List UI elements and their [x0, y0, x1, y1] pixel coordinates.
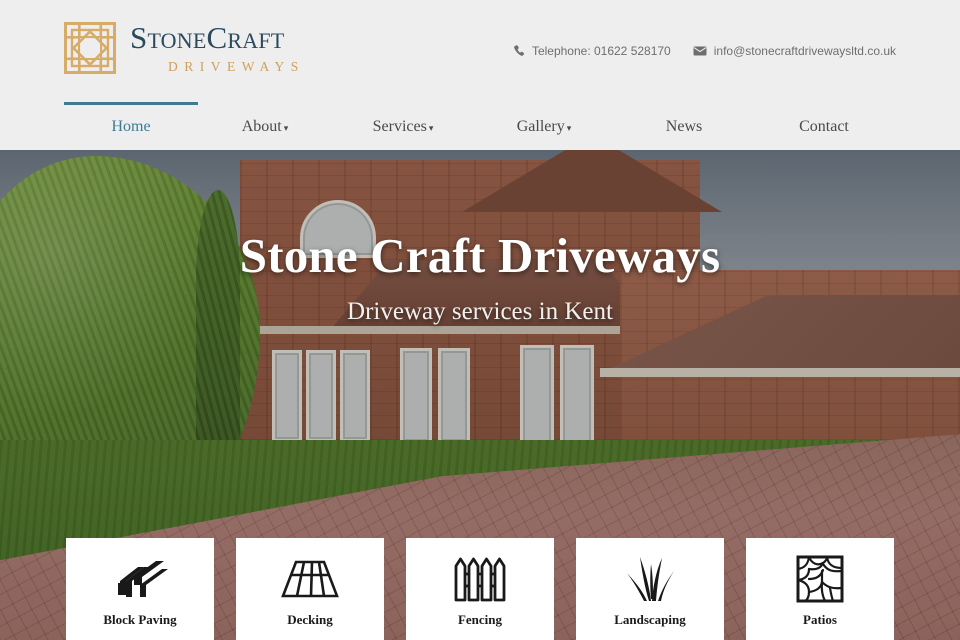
nav-item-home[interactable]: Home: [64, 102, 198, 150]
service-card-fencing[interactable]: Fencing: [406, 538, 554, 640]
header-inner: StoneCraft DRIVEWAYS Telephone: 01622 52…: [0, 0, 960, 104]
service-cards: Block Paving Decking Fencing Landscaping…: [66, 538, 894, 640]
email-label: info@stonecraftdrivewaysltd.co.uk: [713, 44, 896, 58]
hero-text-block: Stone Craft Driveways Driveway services …: [0, 150, 960, 326]
fencing-icon: [452, 552, 508, 606]
nav-item-news[interactable]: News: [614, 104, 754, 150]
hero-subtitle: Driveway services in Kent: [347, 298, 613, 326]
nav-label-services: Services: [372, 118, 427, 135]
header-contact-bar: Telephone: 01622 528170 info@stonecraftd…: [514, 44, 896, 58]
phone-label: Telephone: 01622 528170: [531, 44, 671, 58]
phone-contact[interactable]: Telephone: 01622 528170: [514, 44, 671, 58]
brand-name: StoneCraft: [130, 20, 285, 56]
homepage: StoneCraft DRIVEWAYS Telephone: 01622 52…: [0, 0, 960, 640]
phone-icon: [514, 45, 525, 56]
site-logo[interactable]: StoneCraft DRIVEWAYS: [64, 22, 305, 74]
nav-item-gallery[interactable]: Gallery ▾: [474, 104, 614, 150]
service-card-landscaping[interactable]: Landscaping: [576, 538, 724, 640]
brand-tagline: DRIVEWAYS: [168, 59, 305, 75]
nav-item-about[interactable]: About ▾: [198, 104, 332, 150]
decking-icon: [279, 552, 341, 606]
hero-section: Stone Craft Driveways Driveway services …: [0, 150, 960, 640]
nav-label-contact: Contact: [799, 118, 849, 135]
envelope-icon: [693, 46, 707, 56]
chevron-down-icon: ▾: [428, 122, 434, 133]
service-label: Fencing: [457, 612, 503, 627]
nav-label-gallery: Gallery: [516, 118, 565, 135]
nav-item-services[interactable]: Services ▾: [332, 104, 474, 150]
nav-label-news: News: [665, 118, 703, 135]
hero-title: Stone Craft Driveways: [239, 228, 721, 283]
brand-text: StoneCraft DRIVEWAYS: [130, 22, 305, 74]
service-card-patios[interactable]: Patios: [746, 538, 894, 640]
square-diamond-tile-logo-icon: [64, 22, 116, 74]
nav-label-about: About: [241, 118, 282, 135]
site-header: StoneCraft DRIVEWAYS Telephone: 01622 52…: [0, 0, 960, 150]
service-label: Block Paving: [103, 612, 177, 627]
chevron-down-icon: ▾: [283, 122, 289, 133]
service-label: Landscaping: [614, 612, 686, 627]
service-label: Decking: [287, 612, 333, 627]
email-contact[interactable]: info@stonecraftdrivewaysltd.co.uk: [693, 44, 896, 58]
service-card-block-paving[interactable]: Block Paving: [66, 538, 214, 640]
main-navigation: Home About ▾ Services ▾ Gallery ▾ News C…: [64, 102, 896, 150]
service-label: Patios: [803, 612, 837, 627]
chevron-down-icon: ▾: [566, 122, 572, 133]
patio-crazy-paving-icon: [796, 552, 844, 606]
nav-label-home: Home: [111, 118, 151, 135]
nav-item-contact[interactable]: Contact: [754, 104, 894, 150]
block-paving-icon: [110, 552, 170, 606]
landscaping-grass-icon: [622, 552, 678, 606]
service-card-decking[interactable]: Decking: [236, 538, 384, 640]
